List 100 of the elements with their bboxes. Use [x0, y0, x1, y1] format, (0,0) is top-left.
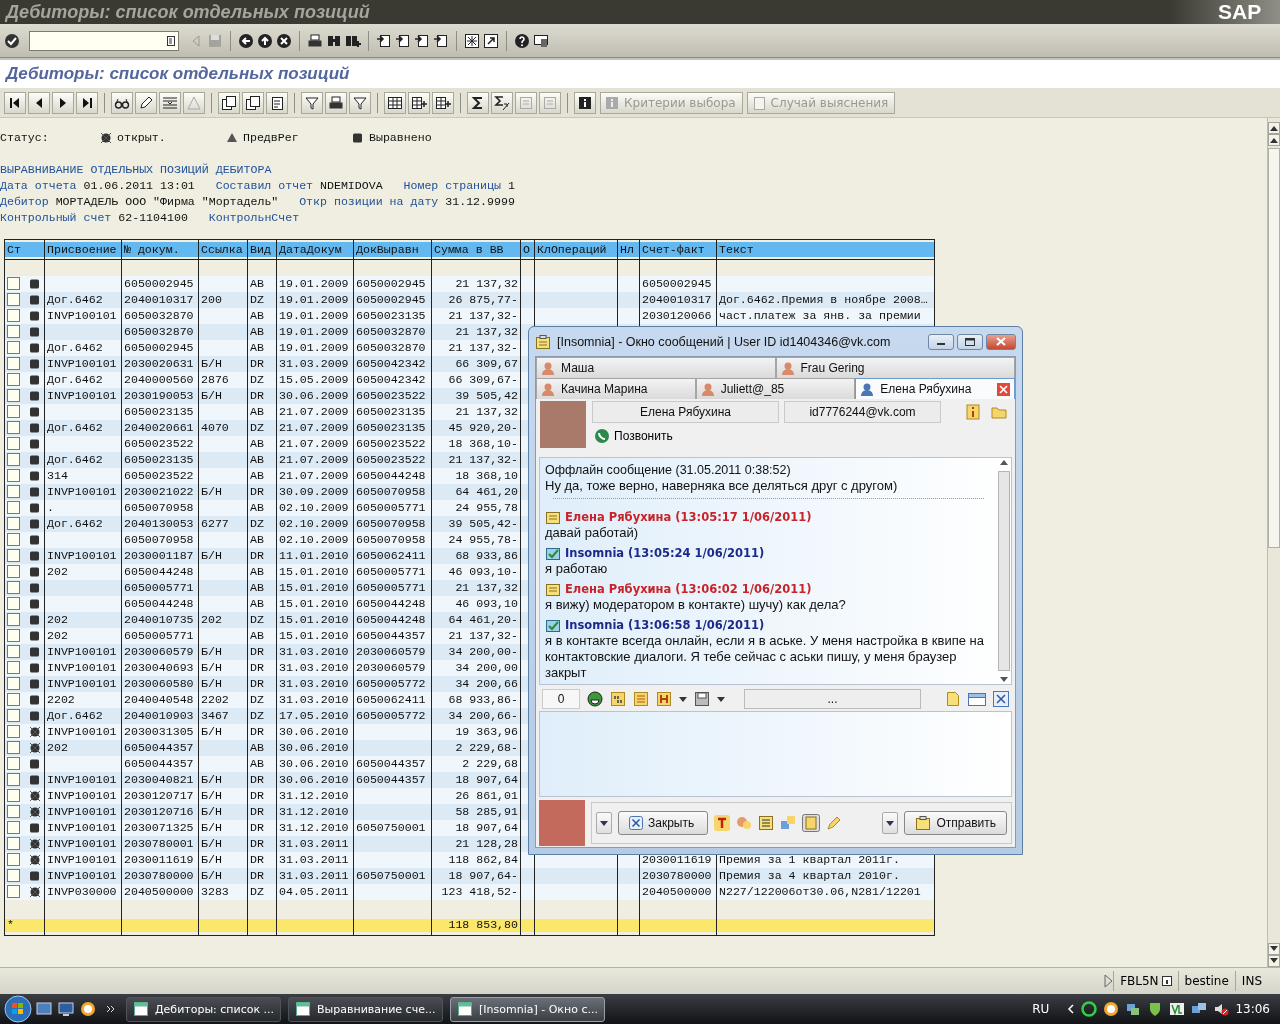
desktop-icon[interactable]	[58, 1001, 74, 1017]
note-button[interactable]	[266, 91, 288, 114]
column-header[interactable]: ДатаДокум	[276, 239, 354, 260]
row-checkbox[interactable]	[7, 501, 20, 514]
row-checkbox[interactable]	[7, 421, 20, 434]
row-checkbox[interactable]	[7, 805, 20, 818]
shortcut-icon[interactable]	[483, 32, 499, 49]
call-button[interactable]: Позвонить	[592, 427, 1011, 445]
chat-icon[interactable]	[1103, 1001, 1120, 1017]
next-button[interactable]	[52, 91, 74, 114]
close-icon[interactable]	[993, 691, 1009, 707]
app-tray-icon[interactable]	[1169, 1001, 1186, 1017]
row-checkbox[interactable]	[7, 405, 20, 418]
row-checkbox[interactable]	[7, 773, 20, 786]
save-icon[interactable]	[694, 691, 710, 707]
row-checkbox[interactable]	[7, 357, 20, 370]
row-checkbox[interactable]	[7, 885, 20, 898]
cancel-icon[interactable]	[276, 32, 292, 49]
send-button[interactable]: Отправить	[904, 811, 1007, 835]
caret-icon[interactable]	[679, 696, 687, 702]
column-header[interactable]: Текст	[716, 239, 935, 260]
column-header[interactable]: ДокВыравн	[353, 239, 432, 260]
row-checkbox[interactable]	[7, 869, 20, 882]
window-icon[interactable]	[36, 1001, 52, 1017]
contact-tab[interactable]: Frau Gering	[775, 357, 1015, 378]
volume-muted-icon[interactable]	[1213, 1001, 1230, 1017]
command-field[interactable]	[29, 30, 179, 51]
exit-icon[interactable]	[257, 32, 273, 49]
note-icon[interactable]	[945, 691, 961, 707]
row-checkbox[interactable]	[7, 341, 20, 354]
contact-tab[interactable]: Маша	[536, 357, 776, 378]
help-icon[interactable]	[514, 32, 530, 49]
new-session-icon[interactable]	[464, 32, 480, 49]
display-button[interactable]	[111, 91, 133, 114]
row-checkbox[interactable]	[7, 485, 20, 498]
row-checkbox[interactable]	[7, 661, 20, 674]
close-button[interactable]	[986, 333, 1016, 350]
list-icon[interactable]	[166, 34, 176, 47]
scroll-up-icon[interactable]	[1000, 460, 1008, 465]
row-checkbox[interactable]	[7, 645, 20, 658]
taskbar-button[interactable]: [Insomnia] - Окно с...	[450, 996, 605, 1022]
row-checkbox[interactable]	[7, 757, 20, 770]
column-header[interactable]: Счет-факт	[639, 239, 717, 260]
sum-button[interactable]	[467, 91, 489, 114]
row-checkbox[interactable]	[7, 533, 20, 546]
row-checkbox[interactable]	[7, 325, 20, 338]
format-icon[interactable]	[714, 815, 730, 831]
print-icon[interactable]	[307, 32, 323, 49]
column-header[interactable]: Ст	[4, 239, 45, 260]
filter-button[interactable]	[301, 91, 323, 114]
expand-icon[interactable]	[1103, 974, 1114, 988]
document-button[interactable]	[218, 91, 240, 114]
scroll-thumb[interactable]	[1268, 148, 1280, 548]
column-header[interactable]: Присвоение	[44, 239, 122, 260]
chevron-icon[interactable]	[106, 1005, 116, 1013]
row-checkbox[interactable]	[7, 437, 20, 450]
row-checkbox[interactable]	[7, 373, 20, 386]
window-icon[interactable]	[968, 691, 986, 707]
enter-icon[interactable]	[4, 32, 20, 49]
grid-remove-button[interactable]	[432, 91, 454, 114]
chat-icon[interactable]	[80, 1001, 96, 1017]
page-up-button[interactable]	[1268, 134, 1280, 146]
row-checkbox[interactable]	[7, 389, 20, 402]
column-header[interactable]: Вид	[247, 239, 277, 260]
note-icon[interactable]	[633, 691, 649, 707]
contact-tab[interactable]: Качина Марина	[536, 378, 696, 399]
row-checkbox[interactable]	[7, 469, 20, 482]
scroll-thumb[interactable]	[998, 471, 1010, 671]
row-checkbox[interactable]	[7, 565, 20, 578]
back-icon[interactable]	[238, 32, 254, 49]
network-icon[interactable]	[1125, 1001, 1142, 1017]
row-checkbox[interactable]	[7, 837, 20, 850]
row-checkbox[interactable]	[7, 853, 20, 866]
column-header[interactable]: Сумма в ВВ	[431, 239, 521, 260]
row-checkbox[interactable]	[7, 741, 20, 754]
scroll-down-button[interactable]	[1268, 955, 1280, 967]
close-tab-icon[interactable]	[997, 382, 1010, 396]
minimize-button[interactable]	[928, 333, 954, 350]
edit-button[interactable]	[135, 91, 157, 114]
history-icon[interactable]	[656, 691, 672, 707]
row-checkbox[interactable]	[7, 453, 20, 466]
language-indicator[interactable]: RU	[1032, 1002, 1050, 1016]
grid-add-button[interactable]	[408, 91, 430, 114]
columns-button[interactable]	[159, 91, 181, 114]
last-button[interactable]	[76, 91, 98, 114]
taskbar-button[interactable]: Дебиторы: список ...	[126, 996, 281, 1022]
row-checkbox[interactable]	[7, 789, 20, 802]
column-header[interactable]: № докум.	[121, 239, 199, 260]
print-button[interactable]	[325, 91, 347, 114]
document-list-button[interactable]	[242, 91, 264, 114]
column-header[interactable]: Ссылка	[198, 239, 248, 260]
row-checkbox[interactable]	[7, 597, 20, 610]
row-checkbox[interactable]	[7, 549, 20, 562]
row-checkbox[interactable]	[7, 293, 20, 306]
maximize-button[interactable]	[957, 333, 983, 350]
clipboard-icon[interactable]	[802, 814, 820, 832]
column-header[interactable]: Нл	[617, 239, 640, 260]
row-checkbox[interactable]	[7, 709, 20, 722]
caret-icon[interactable]	[717, 696, 725, 702]
pencil-icon[interactable]	[826, 815, 842, 831]
